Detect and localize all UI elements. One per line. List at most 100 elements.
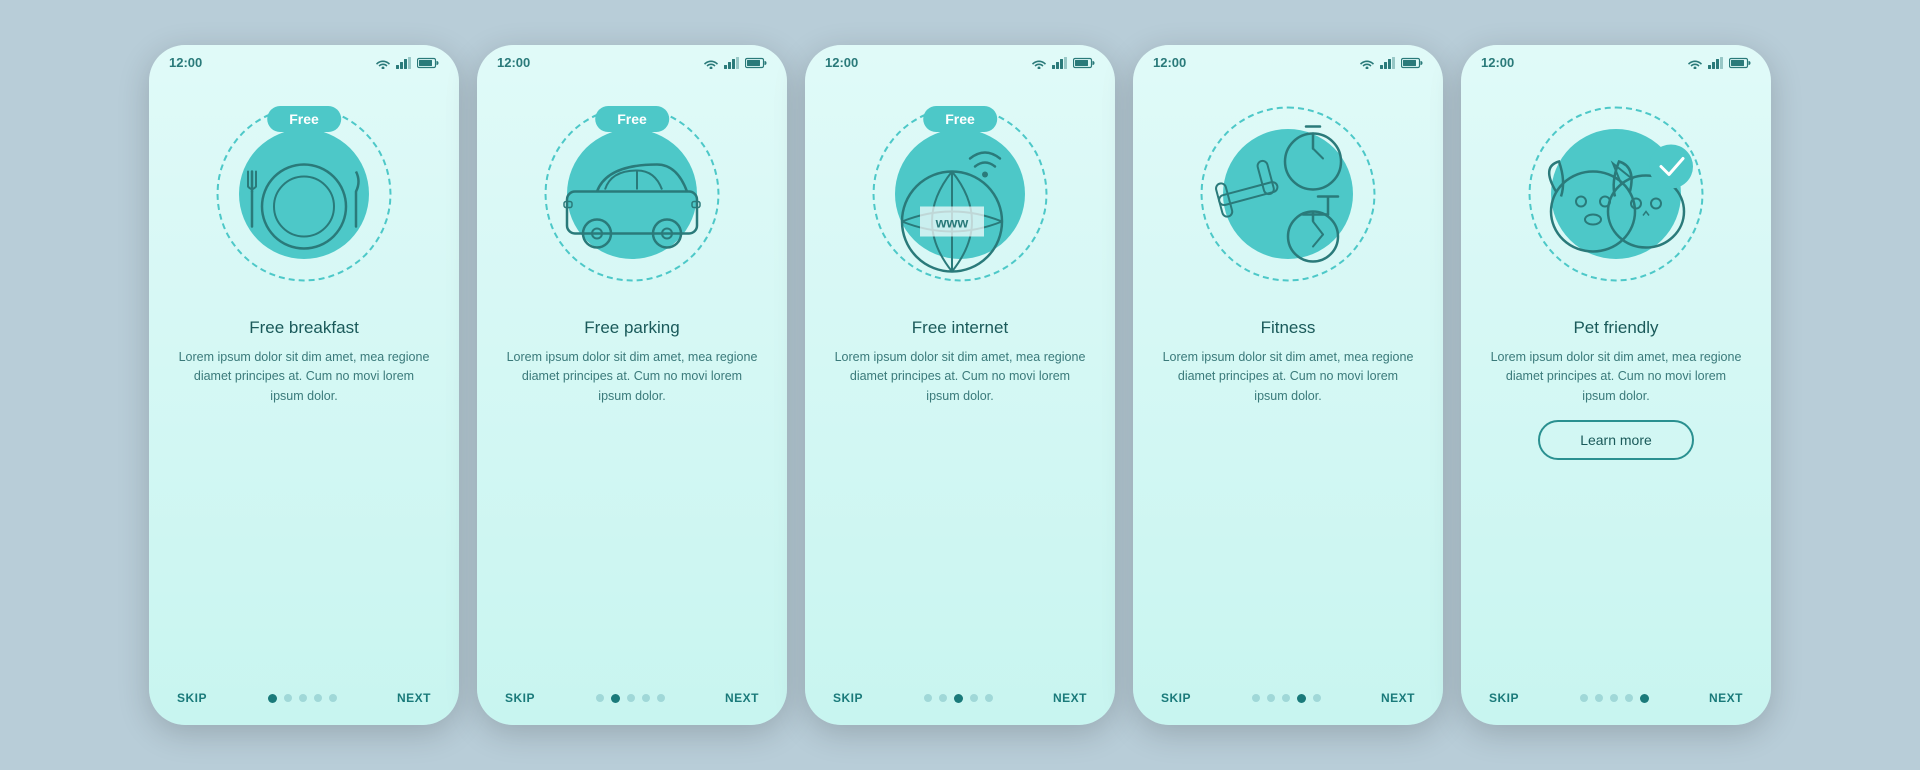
progress-dots <box>268 694 337 703</box>
bottom-nav: SKIP NEXT <box>1461 677 1771 725</box>
phone-content-fitness: Fitness Lorem ipsum dolor sit dim amet, m… <box>1133 304 1443 677</box>
dot-3 <box>642 694 650 702</box>
phone-content-free-breakfast: Free breakfast Lorem ipsum dolor sit dim … <box>149 304 459 677</box>
dot-4 <box>1640 694 1649 703</box>
illustration-free-parking: Free <box>532 84 732 304</box>
screen-title: Free internet <box>833 318 1087 338</box>
phones-container: 12:00 Free <box>149 45 1771 725</box>
progress-dots <box>1252 694 1321 703</box>
status-icons <box>703 57 767 69</box>
status-bar: 12:00 <box>1461 45 1771 74</box>
phone-pet-friendly: 12:00 <box>1461 45 1771 725</box>
wifi-icon <box>1687 57 1703 69</box>
dot-4 <box>985 694 993 702</box>
next-button[interactable]: NEXT <box>1381 691 1415 705</box>
dot-1 <box>284 694 292 702</box>
next-button[interactable]: NEXT <box>1053 691 1087 705</box>
dot-3 <box>1297 694 1306 703</box>
skip-button[interactable]: SKIP <box>833 691 863 705</box>
illustration-free-breakfast: Free <box>204 84 404 304</box>
screen-body: Lorem ipsum dolor sit dim amet, mea regi… <box>833 348 1087 406</box>
illustration-fitness <box>1188 84 1388 304</box>
parking-icon <box>547 127 717 262</box>
signal-icon <box>1708 57 1724 69</box>
dot-2 <box>954 694 963 703</box>
screen-body: Lorem ipsum dolor sit dim amet, mea regi… <box>1161 348 1415 406</box>
screen-title: Free parking <box>505 318 759 338</box>
screen-title: Free breakfast <box>177 318 431 338</box>
wifi-icon <box>375 57 391 69</box>
screen-title: Pet friendly <box>1489 318 1743 338</box>
dot-2 <box>299 694 307 702</box>
signal-icon <box>1380 57 1396 69</box>
battery-icon <box>1729 57 1751 69</box>
internet-icon: www <box>880 107 1040 282</box>
dot-0 <box>924 694 932 702</box>
dot-0 <box>1252 694 1260 702</box>
dot-0 <box>1580 694 1588 702</box>
skip-button[interactable]: SKIP <box>505 691 535 705</box>
status-icons <box>1359 57 1423 69</box>
dot-1 <box>611 694 620 703</box>
status-time: 12:00 <box>1153 55 1186 70</box>
status-icons <box>1687 57 1751 69</box>
battery-icon <box>1401 57 1423 69</box>
dot-4 <box>329 694 337 702</box>
illustration-pet-friendly <box>1516 84 1716 304</box>
wifi-icon <box>1031 57 1047 69</box>
dot-0 <box>596 694 604 702</box>
battery-icon <box>745 57 767 69</box>
fitness-icon <box>1198 107 1378 282</box>
status-bar: 12:00 <box>477 45 787 74</box>
status-bar: 12:00 <box>149 45 459 74</box>
dot-1 <box>1267 694 1275 702</box>
status-time: 12:00 <box>169 55 202 70</box>
skip-button[interactable]: SKIP <box>177 691 207 705</box>
next-button[interactable]: NEXT <box>1709 691 1743 705</box>
bottom-nav: SKIP NEXT <box>149 677 459 725</box>
progress-dots <box>924 694 993 703</box>
dot-2 <box>1282 694 1290 702</box>
wifi-icon <box>1359 57 1375 69</box>
breakfast-icon <box>224 112 384 277</box>
dot-0 <box>268 694 277 703</box>
status-icons <box>1031 57 1095 69</box>
next-button[interactable]: NEXT <box>725 691 759 705</box>
dot-2 <box>1610 694 1618 702</box>
signal-icon <box>724 57 740 69</box>
next-button[interactable]: NEXT <box>397 691 431 705</box>
battery-icon <box>417 57 439 69</box>
illustration-free-internet: Free www <box>860 84 1060 304</box>
dot-1 <box>1595 694 1603 702</box>
progress-dots <box>1580 694 1649 703</box>
phone-content-free-internet: Free internet Lorem ipsum dolor sit dim a… <box>805 304 1115 677</box>
screen-title: Fitness <box>1161 318 1415 338</box>
dot-4 <box>1313 694 1321 702</box>
bottom-nav: SKIP NEXT <box>805 677 1115 725</box>
phone-free-breakfast: 12:00 Free <box>149 45 459 725</box>
dot-3 <box>1625 694 1633 702</box>
phone-fitness: 12:00 <box>1133 45 1443 725</box>
free-badge: Free <box>923 106 997 132</box>
signal-icon <box>1052 57 1068 69</box>
phone-content-free-parking: Free parking Lorem ipsum dolor sit dim am… <box>477 304 787 677</box>
dot-2 <box>627 694 635 702</box>
skip-button[interactable]: SKIP <box>1489 691 1519 705</box>
status-icons <box>375 57 439 69</box>
free-badge: Free <box>595 106 669 132</box>
screen-body: Lorem ipsum dolor sit dim amet, mea regi… <box>177 348 431 406</box>
free-badge: Free <box>267 106 341 132</box>
status-time: 12:00 <box>825 55 858 70</box>
skip-button[interactable]: SKIP <box>1161 691 1191 705</box>
status-time: 12:00 <box>1481 55 1514 70</box>
phone-free-internet: 12:00 Free www <box>805 45 1115 725</box>
learn-more-button[interactable]: Learn more <box>1538 420 1694 460</box>
screen-body: Lorem ipsum dolor sit dim amet, mea regi… <box>505 348 759 406</box>
dot-4 <box>657 694 665 702</box>
wifi-icon <box>703 57 719 69</box>
dot-3 <box>314 694 322 702</box>
phone-content-pet-friendly: Pet friendlyLorem ipsum dolor sit dim am… <box>1461 304 1771 677</box>
pet-icon <box>1531 112 1701 277</box>
battery-icon <box>1073 57 1095 69</box>
status-bar: 12:00 <box>805 45 1115 74</box>
